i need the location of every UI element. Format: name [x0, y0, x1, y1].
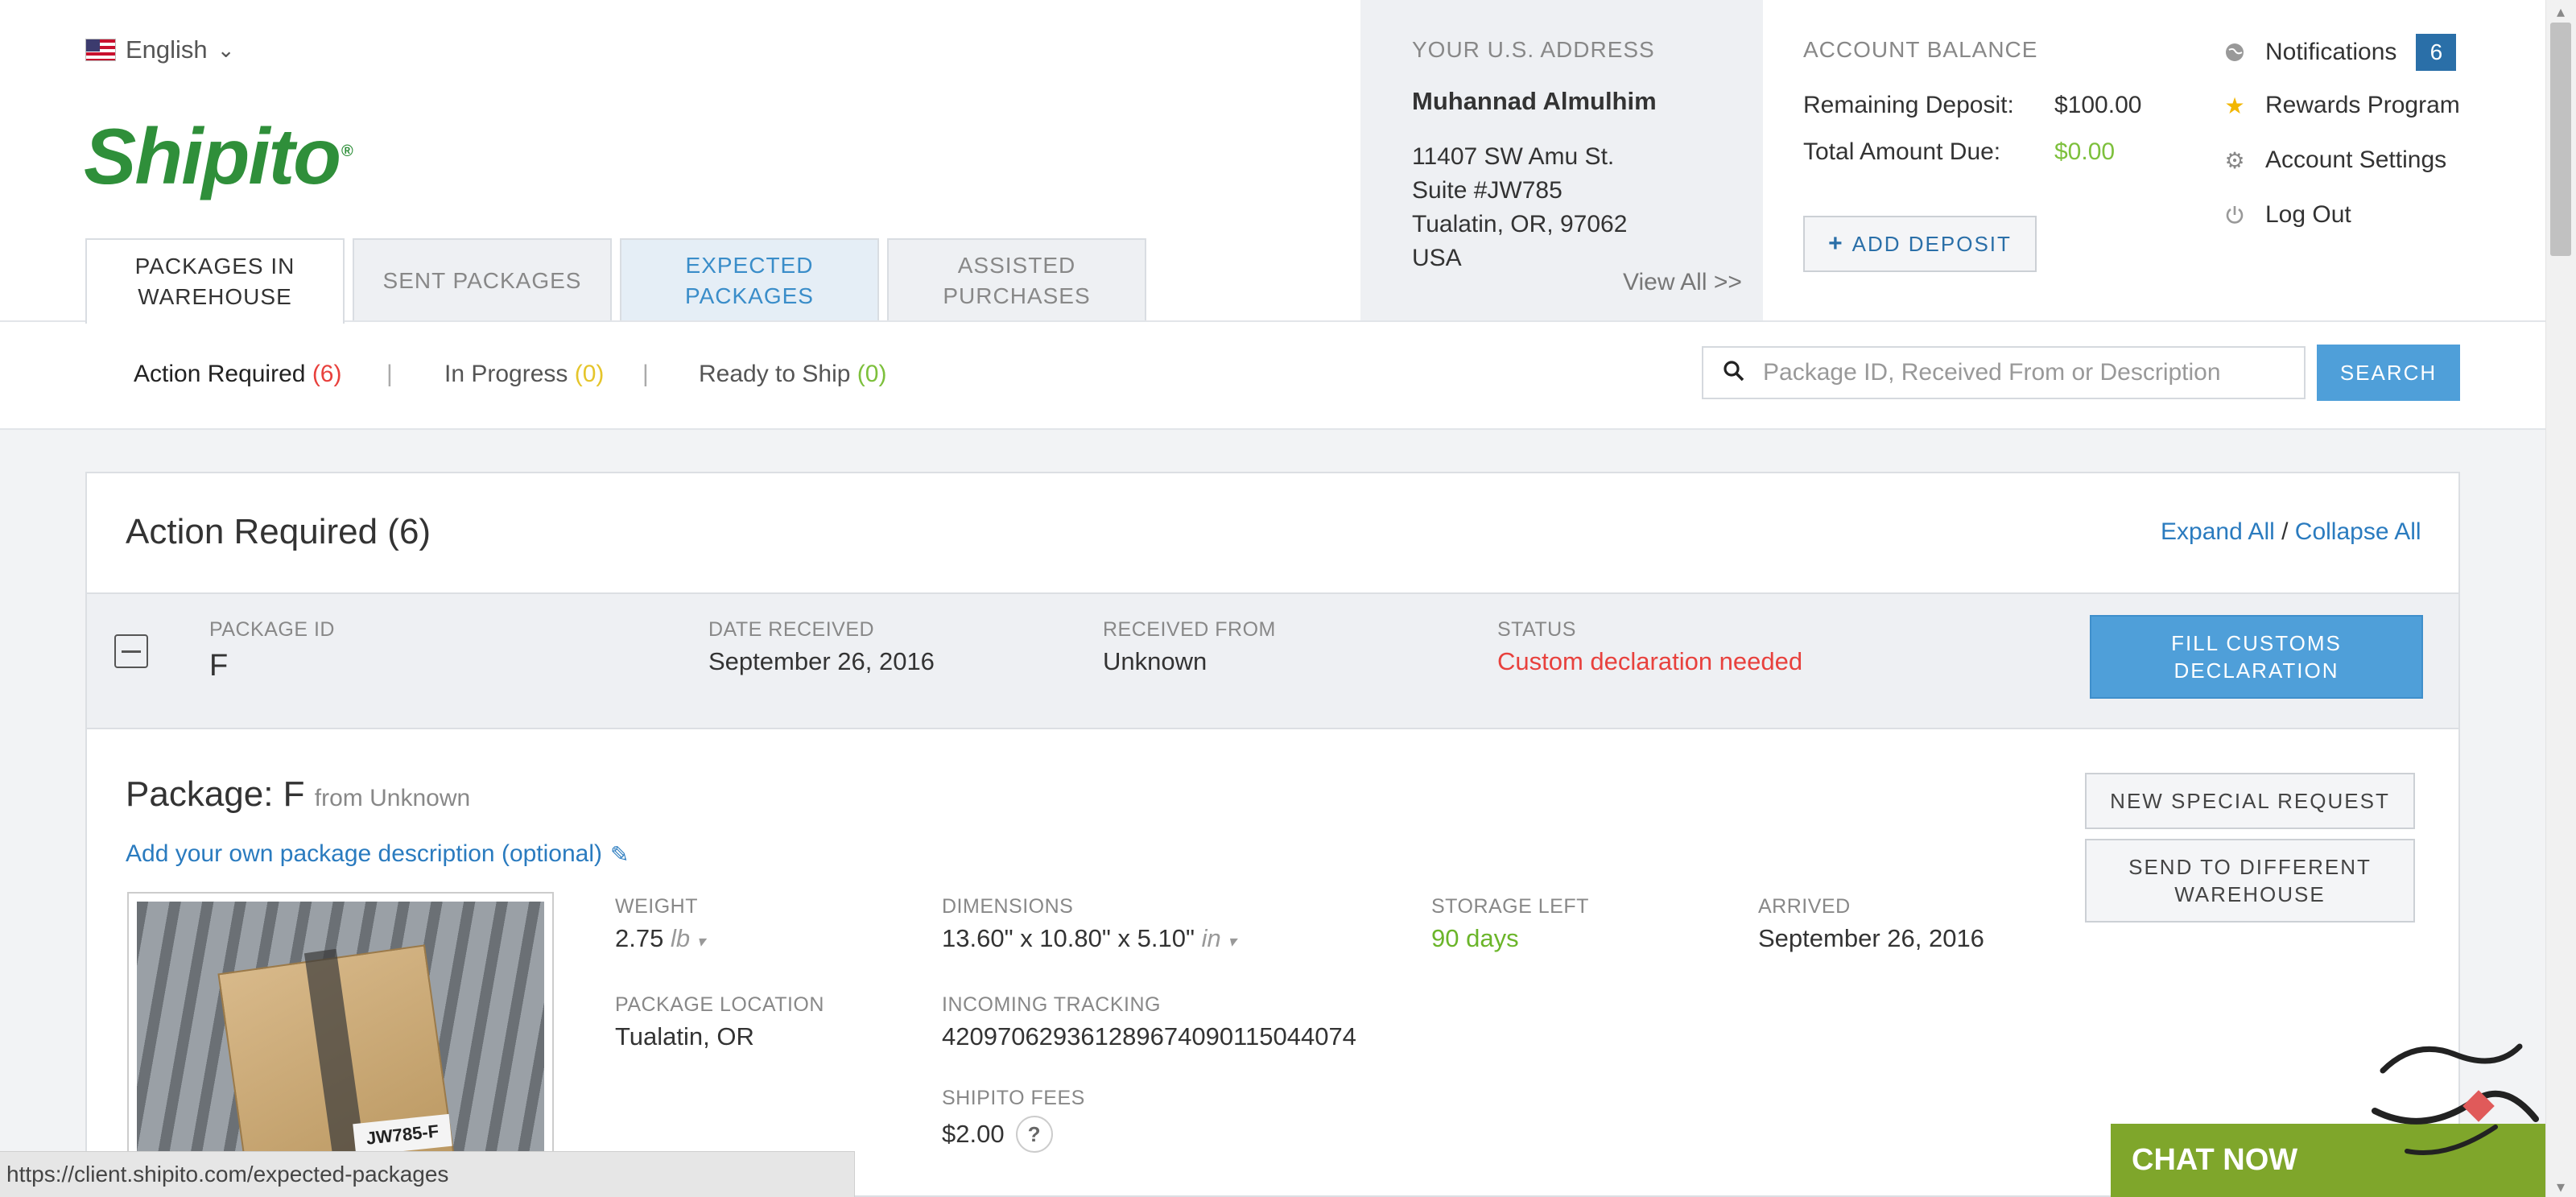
dimensions-field: 13.60" x 10.80" x 5.10" in ▾	[942, 924, 1236, 953]
package-location-label: PACKAGE LOCATION	[615, 993, 824, 1016]
filter-separator: |	[386, 361, 393, 387]
send-to-different-warehouse-button[interactable]: SEND TO DIFFERENT WAREHOUSE	[2085, 839, 2415, 923]
remaining-deposit-value: $100.00	[2054, 92, 2142, 118]
globe-icon	[2223, 41, 2246, 64]
chevron-down-icon: ▾	[1228, 933, 1236, 951]
new-special-request-button[interactable]: NEW SPECIAL REQUEST	[2085, 773, 2415, 829]
collapse-all-link[interactable]: Collapse All	[2295, 518, 2421, 545]
dimensions-value: 13.60" x 10.80" x 5.10"	[942, 924, 1195, 952]
language-label: English	[126, 35, 208, 64]
minus-box-icon[interactable]	[114, 634, 148, 668]
scrollbar-thumb[interactable]	[2550, 23, 2571, 256]
weight-label: WEIGHT	[615, 895, 698, 918]
plus-icon: +	[1828, 230, 1844, 257]
search-button[interactable]: SEARCH	[2317, 345, 2460, 401]
filter-ready-to-ship[interactable]: Ready to Ship (0)	[699, 361, 886, 388]
address-label: YOUR U.S. ADDRESS	[1412, 37, 1655, 62]
total-due-value: $0.00	[2054, 138, 2116, 165]
view-all-link[interactable]: View All >>	[1623, 269, 1742, 296]
search-input[interactable]	[1763, 359, 2278, 386]
card-header	[87, 473, 2458, 594]
rewards-program-link[interactable]: ★ Rewards Program	[2223, 92, 2459, 119]
storage-left-label: STORAGE LEFT	[1431, 895, 1589, 918]
scroll-up-icon[interactable]: ▴	[2552, 2, 2570, 21]
storage-left-value: 90 days	[1431, 924, 1519, 952]
add-description-link[interactable]: Add your own package description (option…	[126, 840, 630, 868]
power-icon	[2223, 204, 2246, 226]
status-value: Custom declaration needed	[1497, 647, 1803, 675]
tab-expected-packages[interactable]: EXPECTED PACKAGES	[620, 238, 879, 322]
arrived-value: September 26, 2016	[1758, 924, 1984, 952]
arrived-label: ARRIVED	[1758, 895, 1851, 918]
fees-help-icon[interactable]: ?	[1015, 1116, 1053, 1153]
expand-collapse-controls: Expand All / Collapse All	[2161, 518, 2421, 545]
address-city: Tualatin, OR, 97062	[1412, 211, 1628, 237]
address-name: Muhannad Almulhim	[1412, 87, 1657, 115]
in-progress-count: (0)	[574, 361, 605, 387]
tab-assisted-purchases[interactable]: ASSISTED PURCHASES	[887, 238, 1146, 322]
weight-unit-selector[interactable]: lb ▾	[671, 924, 705, 952]
weight-field: 2.75 lb ▾	[615, 924, 705, 953]
package-detail-title: Package: F from Unknown	[126, 774, 471, 814]
received-from-value: Unknown	[1103, 647, 1208, 675]
package-id-label: PACKAGE ID	[209, 618, 335, 641]
pencil-icon: ✎	[610, 841, 630, 867]
received-from-label: RECEIVED FROM	[1103, 618, 1276, 641]
action-required-count: (6)	[312, 361, 342, 387]
add-deposit-button[interactable]: + ADD DEPOSIT	[1803, 216, 2037, 272]
incoming-tracking-label: INCOMING TRACKING	[942, 993, 1161, 1016]
shipito-fees-field: $2.00 ?	[942, 1116, 1053, 1153]
balance-label: ACCOUNT BALANCE	[1803, 37, 2038, 62]
logout-link[interactable]: Log Out	[2223, 201, 2351, 229]
dimensions-unit-selector[interactable]: in ▾	[1202, 924, 1236, 952]
section-title: Action Required (6)	[126, 512, 431, 551]
shipito-logo[interactable]: Shipito ®	[84, 111, 353, 202]
address-street: 11407 SW Amu St.	[1412, 143, 1615, 170]
address-suite: Suite #JW785	[1412, 177, 1563, 204]
account-settings-link[interactable]: ⚙ Account Settings	[2223, 147, 2446, 174]
gear-icon: ⚙	[2224, 147, 2245, 173]
scroll-down-icon[interactable]: ▾	[2552, 1177, 2570, 1196]
notifications-link[interactable]: Notifications 6	[2223, 34, 2457, 71]
fill-customs-declaration-button[interactable]: FILL CUSTOMS DECLARATION	[2090, 615, 2423, 699]
dimensions-label: DIMENSIONS	[942, 895, 1074, 918]
date-received-value: September 26, 2016	[708, 647, 935, 675]
notifications-count-badge: 6	[2416, 34, 2457, 71]
filter-action-required[interactable]: Action Required (6)	[134, 361, 341, 388]
total-due-label: Total Amount Due:	[1803, 138, 2001, 165]
shipito-fees-label: SHIPITO FEES	[942, 1087, 1085, 1109]
package-id-value: F	[209, 649, 229, 683]
us-address-panel: YOUR U.S. ADDRESS Muhannad Almulhim 1140…	[1360, 0, 1763, 320]
filter-in-progress[interactable]: In Progress (0)	[444, 361, 604, 388]
star-icon: ★	[2224, 93, 2245, 118]
search-field[interactable]	[1702, 346, 2306, 399]
package-location-value: Tualatin, OR	[615, 1022, 754, 1050]
remaining-deposit-label: Remaining Deposit:	[1803, 92, 2014, 118]
date-received-label: DATE RECEIVED	[708, 618, 875, 641]
address-country: USA	[1412, 245, 1462, 271]
expand-all-link[interactable]: Expand All	[2161, 518, 2275, 545]
chevron-down-icon: ▾	[696, 933, 705, 951]
browser-status-url: https://client.shipito.com/expected-pack…	[0, 1151, 855, 1197]
tab-packages-in-warehouse[interactable]: PACKAGES IN WAREHOUSE	[85, 238, 345, 324]
language-selector[interactable]: English ⌄	[85, 35, 234, 64]
incoming-tracking-value: 420970629361289674090115044074	[942, 1022, 1356, 1050]
chevron-down-icon: ⌄	[217, 37, 235, 62]
watermark-signature	[2372, 1043, 2539, 1155]
weight-value: 2.75	[615, 924, 664, 952]
status-label: STATUS	[1497, 618, 1576, 641]
filter-separator: |	[642, 361, 649, 387]
shipito-fees-value: $2.00	[942, 1120, 1005, 1148]
us-flag-icon	[85, 39, 116, 61]
search-icon	[1723, 360, 1745, 386]
tab-sent-packages[interactable]: SENT PACKAGES	[353, 238, 612, 322]
ready-to-ship-count: (0)	[857, 361, 887, 387]
